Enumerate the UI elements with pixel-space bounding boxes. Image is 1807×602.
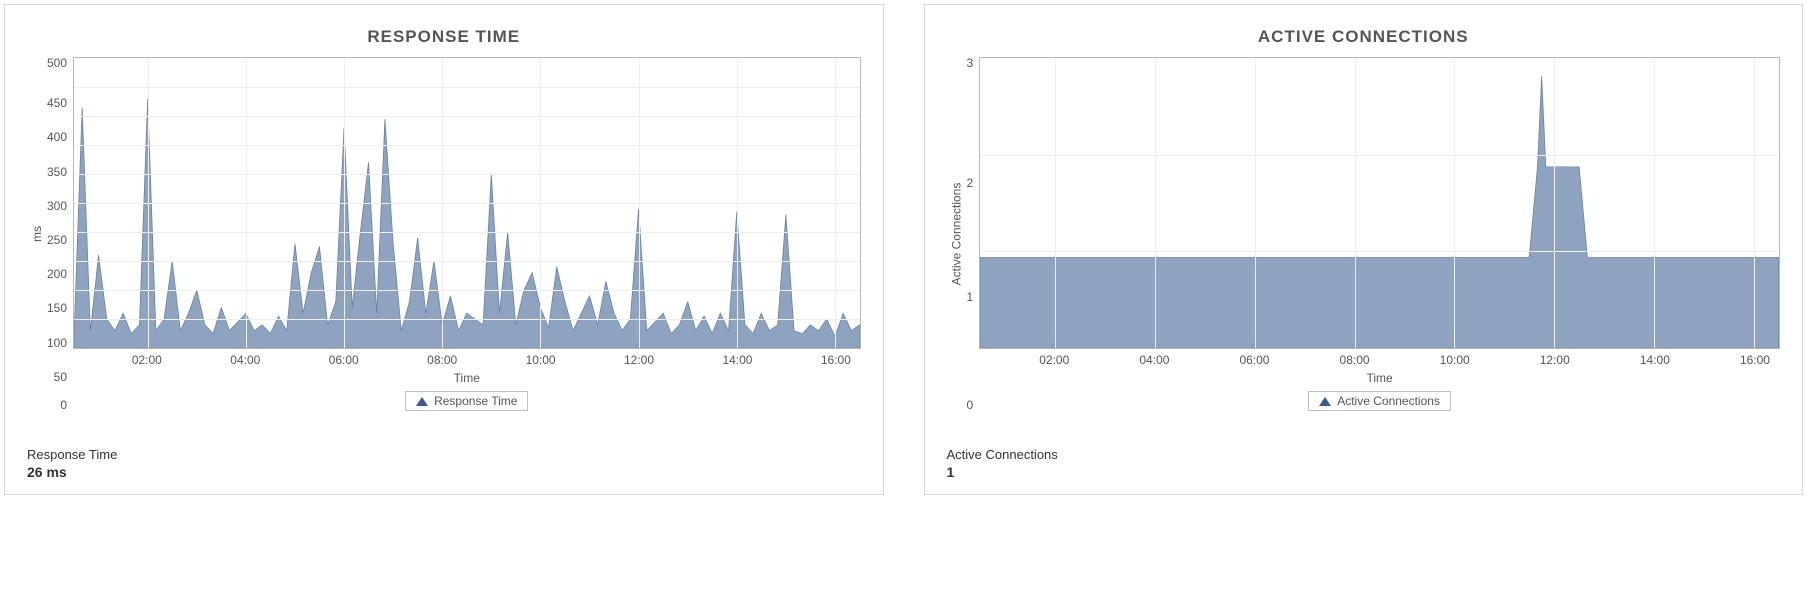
x-axis-label: Time bbox=[979, 371, 1780, 385]
response-time-plot[interactable] bbox=[73, 57, 860, 349]
response-time-panel: RESPONSE TIME ms 50045040035030025020015… bbox=[4, 4, 884, 495]
summary-block: Response Time 26 ms bbox=[27, 447, 861, 480]
x-axis-ticks: 02:0004:0006:0008:0010:0012:0014:0016:00 bbox=[979, 353, 1780, 369]
legend[interactable]: Response Time bbox=[405, 391, 528, 411]
dashboard-row: RESPONSE TIME ms 50045040035030025020015… bbox=[0, 0, 1807, 505]
summary-block: Active Connections 1 bbox=[947, 447, 1781, 480]
y-axis-label: ms bbox=[30, 226, 44, 242]
summary-label: Response Time bbox=[27, 447, 861, 462]
y-axis-label: Active Connections bbox=[950, 183, 964, 286]
area-series-icon bbox=[980, 58, 1779, 348]
x-axis-ticks: 02:0004:0006:0008:0010:0012:0014:0016:00 bbox=[73, 353, 860, 369]
active-connections-panel: ACTIVE CONNECTIONS Active Connections 32… bbox=[924, 4, 1804, 495]
y-axis-ticks: 500450400350300250200150100500 bbox=[47, 57, 73, 411]
chart-title: ACTIVE CONNECTIONS bbox=[947, 27, 1781, 47]
summary-label: Active Connections bbox=[947, 447, 1781, 462]
x-axis-label: Time bbox=[73, 371, 860, 385]
legend-swatch-icon bbox=[416, 397, 428, 406]
y-axis-ticks: 3210 bbox=[967, 57, 980, 411]
chart-title: RESPONSE TIME bbox=[27, 27, 861, 47]
legend[interactable]: Active Connections bbox=[1308, 391, 1451, 411]
summary-value: 1 bbox=[947, 464, 1781, 480]
legend-label: Response Time bbox=[434, 394, 517, 408]
legend-label: Active Connections bbox=[1337, 394, 1440, 408]
active-connections-plot[interactable] bbox=[979, 57, 1780, 349]
summary-value: 26 ms bbox=[27, 464, 861, 480]
legend-swatch-icon bbox=[1319, 397, 1331, 406]
